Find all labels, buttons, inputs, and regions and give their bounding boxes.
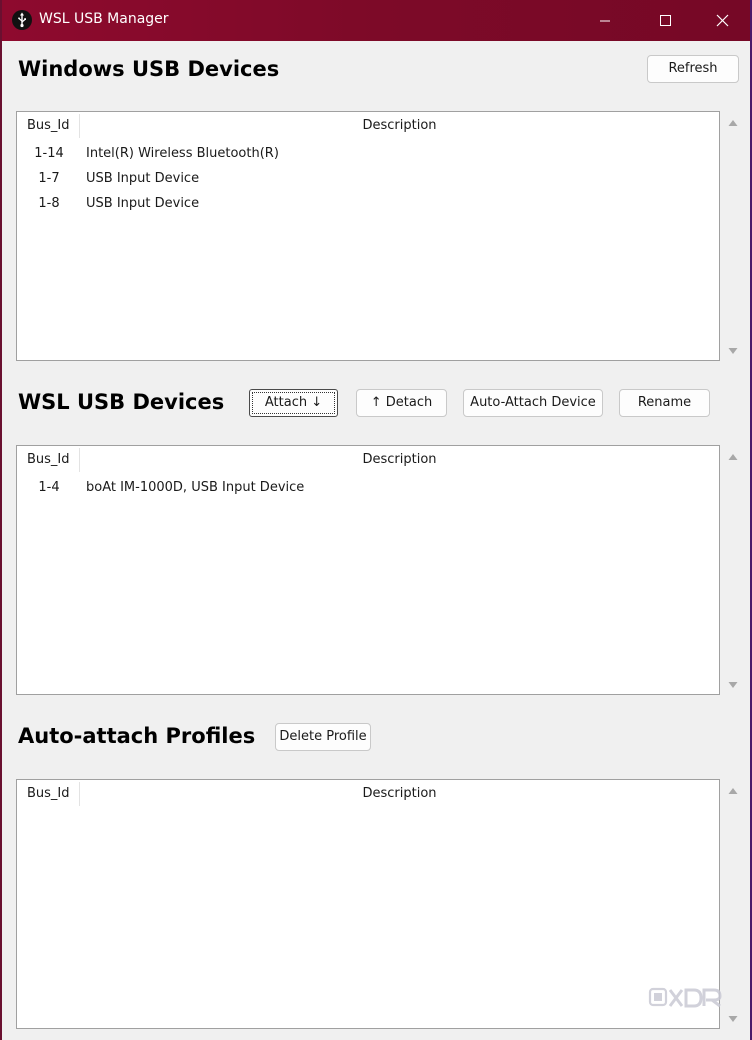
list-header: Bus_Id Description bbox=[17, 446, 719, 474]
row-description: boAt IM-1000D, USB Input Device bbox=[86, 480, 305, 495]
row-bus-id: 1-7 bbox=[38, 171, 60, 186]
delete-profile-button[interactable]: Delete Profile bbox=[275, 723, 371, 751]
auto-attach-title: Auto-attach Profiles bbox=[18, 724, 256, 748]
chevron-up-icon[interactable] bbox=[728, 119, 738, 127]
refresh-button[interactable]: Refresh bbox=[647, 55, 739, 83]
windows-usb-scrollbar[interactable] bbox=[722, 111, 744, 361]
app-window: WSL USB Manager Windows USB Devices Refr… bbox=[2, 0, 750, 1040]
chevron-down-icon[interactable] bbox=[728, 347, 738, 355]
detach-button[interactable]: ↑ Detach bbox=[356, 389, 447, 417]
maximize-button[interactable] bbox=[635, 0, 695, 41]
minimize-icon bbox=[600, 20, 610, 22]
table-row[interactable]: 1-8 USB Input Device bbox=[17, 192, 719, 217]
list-header: Bus_Id Description bbox=[17, 112, 719, 140]
row-bus-id: 1-14 bbox=[34, 146, 64, 161]
chevron-up-icon[interactable] bbox=[728, 453, 738, 461]
minimize-button[interactable] bbox=[575, 0, 635, 41]
wsl-usb-title: WSL USB Devices bbox=[18, 390, 225, 414]
table-row[interactable]: 1-14 Intel(R) Wireless Bluetooth(R) bbox=[17, 142, 719, 167]
xda-watermark-logo bbox=[648, 985, 724, 1011]
table-row[interactable]: 1-7 USB Input Device bbox=[17, 167, 719, 192]
auto-attach-list[interactable]: Bus_Id Description bbox=[16, 779, 720, 1029]
xda-logo-icon bbox=[648, 987, 722, 1008]
wsl-usb-scrollbar[interactable] bbox=[722, 445, 744, 695]
column-header-bus-id[interactable]: Bus_Id bbox=[27, 118, 70, 133]
auto-attach-device-button[interactable]: Auto-Attach Device bbox=[463, 389, 603, 417]
windows-usb-title: Windows USB Devices bbox=[18, 57, 280, 81]
title-bar[interactable]: WSL USB Manager bbox=[2, 0, 750, 41]
column-header-bus-id[interactable]: Bus_Id bbox=[27, 452, 70, 467]
table-row[interactable]: 1-4 boAt IM-1000D, USB Input Device bbox=[17, 476, 719, 501]
row-bus-id: 1-8 bbox=[38, 196, 60, 211]
column-header-bus-id[interactable]: Bus_Id bbox=[27, 786, 70, 801]
chevron-down-icon[interactable] bbox=[728, 681, 738, 689]
maximize-icon bbox=[660, 15, 671, 26]
list-header: Bus_Id Description bbox=[17, 780, 719, 808]
auto-attach-scrollbar[interactable] bbox=[722, 779, 744, 1029]
attach-button[interactable]: Attach ↓ bbox=[249, 389, 338, 417]
column-header-description[interactable]: Description bbox=[80, 118, 719, 133]
wsl-usb-list[interactable]: Bus_Id Description 1-4 boAt IM-1000D, US… bbox=[16, 445, 720, 695]
close-icon bbox=[716, 14, 729, 27]
usb-icon bbox=[12, 10, 32, 30]
row-description: USB Input Device bbox=[86, 171, 200, 186]
column-header-description[interactable]: Description bbox=[80, 786, 719, 801]
rename-button[interactable]: Rename bbox=[619, 389, 710, 417]
close-button[interactable] bbox=[690, 0, 750, 41]
chevron-up-icon[interactable] bbox=[728, 787, 738, 795]
row-description: USB Input Device bbox=[86, 196, 200, 211]
row-bus-id: 1-4 bbox=[38, 480, 60, 495]
windows-usb-list[interactable]: Bus_Id Description 1-14 Intel(R) Wireles… bbox=[16, 111, 720, 361]
window-title: WSL USB Manager bbox=[39, 11, 169, 27]
chevron-down-icon[interactable] bbox=[728, 1015, 738, 1023]
row-description: Intel(R) Wireless Bluetooth(R) bbox=[86, 146, 279, 161]
focus-ring bbox=[252, 392, 335, 414]
column-header-description[interactable]: Description bbox=[80, 452, 719, 467]
